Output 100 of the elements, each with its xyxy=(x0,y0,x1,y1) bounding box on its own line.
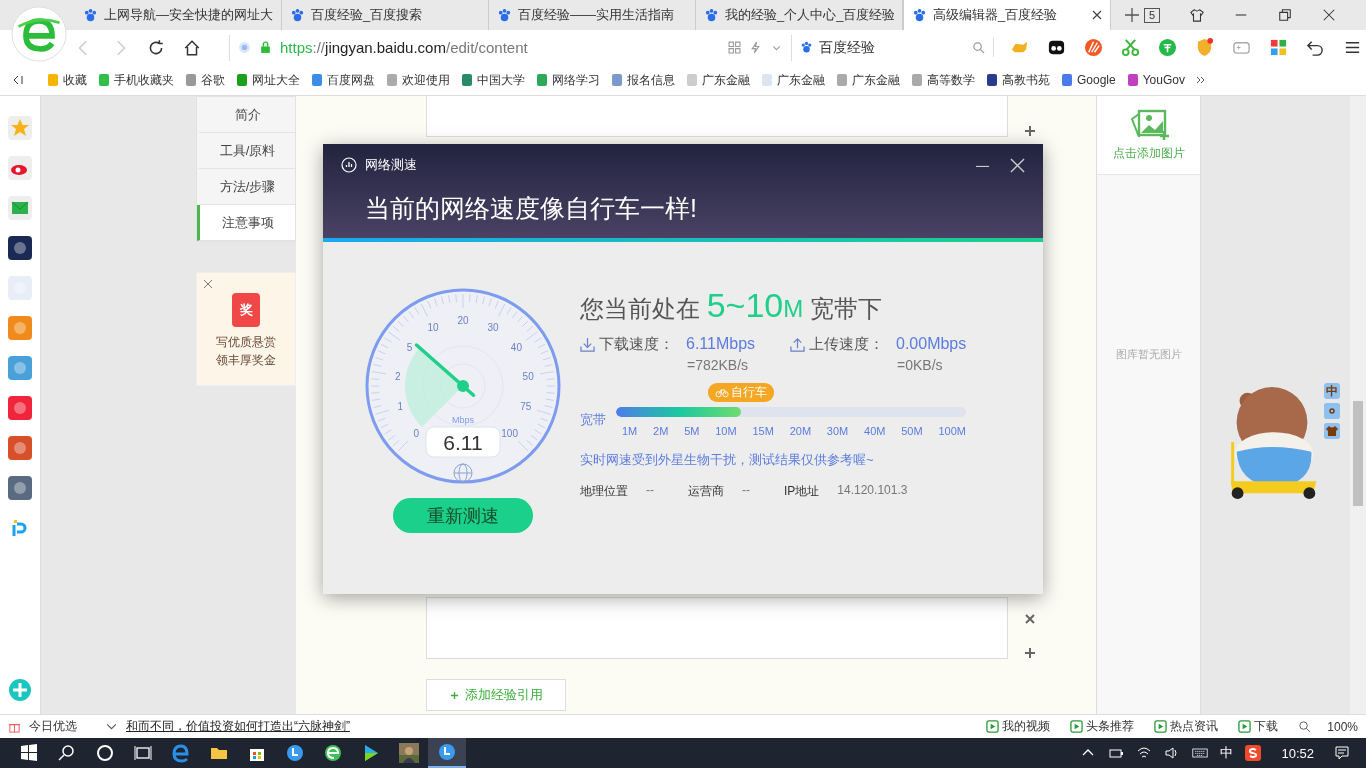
ime-mode-button[interactable]: 中 xyxy=(1324,383,1340,399)
bookmark[interactable]: 谷歌 xyxy=(184,71,225,89)
bookmark[interactable]: 广东金融 xyxy=(760,71,825,89)
status-item-icon xyxy=(1070,720,1084,733)
plus-icon[interactable] xyxy=(1024,647,1036,659)
info-label: 运营商 xyxy=(688,483,724,500)
bookmark[interactable]: 收藏 xyxy=(46,71,87,89)
bookmark[interactable]: 欢迎使用 xyxy=(385,71,450,89)
bookmark[interactable]: 网络学习 xyxy=(535,71,600,89)
bookmark[interactable]: Google xyxy=(1060,73,1116,87)
browser-icon[interactable] xyxy=(323,743,343,763)
bookmark[interactable]: 广东金融 xyxy=(835,71,900,89)
edge-icon[interactable] xyxy=(171,743,191,763)
news-link[interactable]: 和而不同，价值投资如何打造出“六脉神剑” xyxy=(126,718,350,735)
shirt-icon[interactable] xyxy=(1324,423,1340,439)
bookmark[interactable]: 百度网盘 xyxy=(310,71,375,89)
gauge-tick-label: 40 xyxy=(510,342,522,354)
bandwidth-tick: 100M xyxy=(938,425,966,437)
task-view-icon[interactable] xyxy=(133,743,153,763)
gauge-tick-label: 50 xyxy=(522,370,534,382)
retest-button[interactable]: 重新测速 xyxy=(393,498,533,533)
info-value: 14.120.101.3 xyxy=(837,483,908,499)
tab-count[interactable]: 5 xyxy=(1143,7,1160,23)
search-icon[interactable] xyxy=(1298,720,1312,733)
close-icon[interactable] xyxy=(203,279,213,289)
article-nav-item[interactable]: 注意事项 xyxy=(197,205,295,241)
bookmark[interactable]: 高等数学 xyxy=(910,71,975,89)
bookmark-icon xyxy=(535,73,549,87)
bandwidth-tick: 5M xyxy=(684,425,700,437)
lock-icon xyxy=(259,41,272,54)
speed-label: 上传速度： xyxy=(809,335,884,354)
shirt-icon[interactable] xyxy=(1190,8,1204,22)
shield-icon[interactable] xyxy=(1195,38,1214,57)
search-field[interactable]: 百度经验 xyxy=(791,34,993,61)
scissors-icon[interactable] xyxy=(1121,38,1140,57)
bookmark-icon xyxy=(235,73,249,87)
status-item[interactable]: 下载 xyxy=(1238,718,1279,735)
input-method-indicator[interactable]: 中 xyxy=(1220,744,1234,762)
speed-value: 6.11Mbps xyxy=(686,335,756,354)
bookmark[interactable]: 报名信息 xyxy=(610,71,675,89)
bookmark[interactable]: YouGov xyxy=(1125,73,1185,87)
bandwidth-label: 宽带 xyxy=(580,411,607,429)
gauge-tick-label: 5 xyxy=(406,342,413,354)
bandwidth-summary: 您当前处在 5~10M 宽带下 xyxy=(580,286,883,325)
upload-icon xyxy=(790,337,805,352)
app-icon[interactable] xyxy=(8,476,32,500)
bookmark-icon xyxy=(97,73,111,87)
status-item[interactable]: 我的视频 xyxy=(986,718,1051,735)
browser-tab[interactable]: 高级编辑器_百度经验 xyxy=(903,0,1111,30)
reward-text: 领丰厚奖金 xyxy=(216,352,276,369)
refresh-icon[interactable] xyxy=(147,38,165,57)
bookmark[interactable]: 手机收藏夹 xyxy=(97,71,174,89)
gauge-needle xyxy=(414,343,476,397)
status-item[interactable]: 热点资讯 xyxy=(1154,718,1219,735)
weibo-icon[interactable] xyxy=(8,156,32,180)
clock-app-icon[interactable] xyxy=(437,742,457,762)
punctuation-icon[interactable] xyxy=(1324,403,1340,419)
bookmark[interactable]: 网址大全 xyxy=(235,71,300,89)
mask-icon[interactable] xyxy=(1047,38,1066,57)
delete-icon[interactable] xyxy=(1024,613,1036,625)
translate-icon[interactable] xyxy=(1158,38,1177,57)
mail-icon[interactable] xyxy=(8,196,32,220)
close-icon[interactable] xyxy=(1322,8,1336,22)
search-icon[interactable] xyxy=(57,743,77,763)
sidebar-toggle-icon[interactable] xyxy=(12,74,24,86)
info-value: -- xyxy=(742,483,750,499)
lightning-icon[interactable] xyxy=(749,41,762,54)
bookmark[interactable]: 高教书苑 xyxy=(985,71,1050,89)
status-item[interactable]: 头条推荐 xyxy=(1070,718,1135,735)
plus-icon[interactable] xyxy=(1024,125,1036,137)
address-field[interactable]: https://jingyan.baidu.com/edit/content xyxy=(229,34,791,61)
windows-start-icon[interactable] xyxy=(19,743,39,763)
new-tab-icon[interactable] xyxy=(1125,8,1139,22)
more-icon[interactable] xyxy=(1194,74,1207,86)
image-add-icon xyxy=(1128,108,1169,141)
keyboard-icon[interactable] xyxy=(1192,745,1209,761)
scrollbar[interactable] xyxy=(1350,96,1366,714)
article-nav-item[interactable]: 简介 xyxy=(197,97,295,133)
close-tab-icon[interactable] xyxy=(1092,10,1102,20)
home-icon[interactable] xyxy=(183,38,201,57)
notification-icon[interactable] xyxy=(1334,745,1350,761)
app-icon[interactable] xyxy=(8,236,32,260)
zoom-level[interactable]: 100% xyxy=(1327,719,1358,734)
reward-card[interactable]: 奖 写优质悬赏 领丰厚奖金 xyxy=(196,272,296,386)
cortana-icon[interactable] xyxy=(95,743,115,763)
bookmark[interactable]: 中国大学 xyxy=(460,71,525,89)
reward-text: 写优质悬赏 xyxy=(216,334,276,351)
bookmark[interactable]: 广东金融 xyxy=(685,71,750,89)
status-item-icon xyxy=(1238,720,1252,733)
fan-icon[interactable] xyxy=(1084,38,1103,57)
qr-code-icon[interactable] xyxy=(728,41,741,54)
tiles-icon[interactable] xyxy=(1269,38,1288,57)
sogou-icon[interactable] xyxy=(1245,745,1262,761)
paw-icon xyxy=(83,7,98,23)
article-nav-item[interactable]: 工具/原料 xyxy=(197,133,295,169)
status-label[interactable]: 今日优选 xyxy=(29,718,77,735)
taskbar-clock[interactable]: 10:52 xyxy=(1281,745,1314,761)
clock-app-icon[interactable] xyxy=(285,743,305,763)
restore-icon[interactable] xyxy=(1278,8,1292,22)
gauge-tick-label: 100 xyxy=(501,427,518,439)
